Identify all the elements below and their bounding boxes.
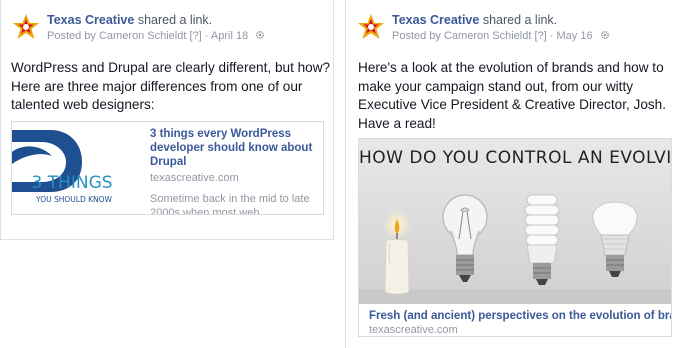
- help-link[interactable]: [?]: [189, 30, 201, 42]
- post-meta: Posted by Cameron Schieldt [?] · May 16: [392, 30, 610, 42]
- meta-separator: ·: [204, 30, 209, 42]
- link-domain: texascreative.com: [150, 172, 239, 184]
- help-link[interactable]: [?]: [534, 30, 546, 42]
- texas-creative-logo-icon[interactable]: [356, 12, 386, 42]
- post-date-link[interactable]: April 18: [211, 30, 248, 42]
- post-header: Texas Creative shared a link. Posted by …: [11, 10, 325, 46]
- post-meta: Posted by Cameron Schieldt [?] · April 1…: [47, 30, 265, 42]
- post-date-link[interactable]: May 16: [557, 30, 593, 42]
- thumb-subtitle-text: YOU SHOULD KNOW: [35, 195, 113, 204]
- feed-post: Texas Creative shared a link. Posted by …: [0, 0, 334, 240]
- poster-name-link[interactable]: Cameron Schieldt: [444, 30, 531, 42]
- post-action: shared a link.: [482, 13, 558, 27]
- feed-post: Texas Creative shared a link. Posted by …: [345, 0, 680, 348]
- link-preview-card[interactable]: HOW DO YOU CONTROL AN EVOLVING BRAND? Fr…: [358, 138, 672, 337]
- candle-icon: [383, 209, 411, 295]
- author-line: Texas Creative shared a link.: [392, 13, 557, 27]
- link-description: Sometime back in the mid to late 2000s w…: [150, 193, 310, 215]
- post-action: shared a link.: [137, 13, 213, 27]
- author-name-link[interactable]: Texas Creative: [47, 13, 134, 27]
- link-card-body: 3 things every WordPress developer shoul…: [150, 127, 316, 215]
- texas-creative-logo-icon[interactable]: [11, 12, 41, 42]
- post-header: Texas Creative shared a link. Posted by …: [356, 10, 672, 46]
- gear-icon[interactable]: [600, 30, 610, 40]
- link-preview-card[interactable]: 3 THINGS YOU SHOULD KNOW 3 things every …: [11, 121, 324, 215]
- image-headline: HOW DO YOU CONTROL AN EVOLVING BRAND?: [359, 148, 672, 168]
- posted-by-label: Posted by: [47, 30, 96, 42]
- link-domain: texascreative.com: [369, 324, 458, 336]
- meta-separator: ·: [549, 30, 554, 42]
- link-card-body: Fresh (and ancient) perspectives on the …: [369, 310, 671, 336]
- author-line: Texas Creative shared a link.: [47, 13, 212, 27]
- author-name-link[interactable]: Texas Creative: [392, 13, 479, 27]
- post-text: Here's a look at the evolution of brands…: [358, 60, 667, 131]
- link-title[interactable]: 3 things every WordPress developer shoul…: [150, 127, 316, 169]
- posted-by-label: Posted by: [392, 30, 441, 42]
- thumb-title-text: 3 THINGS: [31, 173, 112, 193]
- link-thumbnail[interactable]: 3 THINGS YOU SHOULD KNOW: [12, 122, 142, 214]
- post-text: WordPress and Drupal are clearly differe…: [11, 60, 331, 112]
- link-title[interactable]: Fresh (and ancient) perspectives on the …: [369, 310, 671, 322]
- gear-icon[interactable]: [255, 30, 265, 40]
- poster-name-link[interactable]: Cameron Schieldt: [99, 30, 186, 42]
